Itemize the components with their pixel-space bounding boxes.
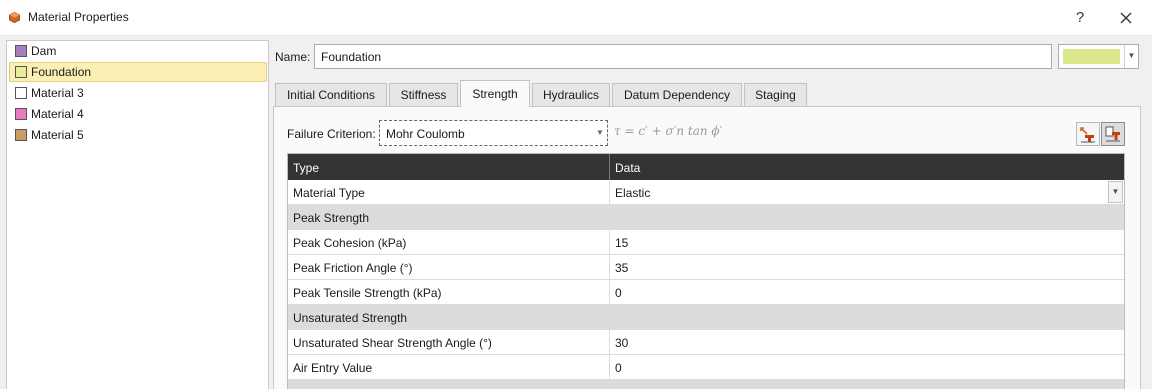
material-color-swatch <box>15 87 27 99</box>
section-header-row: Peak Strength <box>288 205 1124 230</box>
properties-grid: Type Data Material Type Elastic ▼ Peak S… <box>287 153 1125 389</box>
tab-staging[interactable]: Staging <box>744 83 807 106</box>
material-item-material-3[interactable]: Material 3 <box>9 83 267 103</box>
row-type-label: Air Entry Value <box>293 361 373 375</box>
row-type-label: Peak Cohesion (kPa) <box>293 236 407 250</box>
unsaturated-shear-angle-value[interactable]: 30 <box>615 336 628 350</box>
material-color-swatch <box>15 129 27 141</box>
material-color-swatch <box>15 108 27 120</box>
table-row[interactable]: Peak Tensile Strength (kPa) 0 <box>288 280 1124 305</box>
section-label: Peak Strength <box>293 211 370 225</box>
material-list: Dam Foundation Material 3 Material 4 Mat… <box>6 40 269 389</box>
app-icon <box>9 12 20 23</box>
section-header-row <box>288 380 1124 389</box>
name-label: Name: <box>275 50 311 64</box>
window-title: Material Properties <box>28 10 129 24</box>
table-row[interactable]: Peak Cohesion (kPa) 15 <box>288 230 1124 255</box>
material-label: Foundation <box>31 65 92 79</box>
air-entry-value[interactable]: 0 <box>615 361 622 375</box>
failure-criterion-select[interactable]: Mohr Coulomb ▼ <box>379 120 608 146</box>
row-type-label: Peak Tensile Strength (kPa) <box>293 286 442 300</box>
material-type-value[interactable]: Elastic <box>615 186 650 200</box>
material-color-swatch <box>15 45 27 57</box>
peak-tensile-strength-value[interactable]: 0 <box>615 286 622 300</box>
close-icon[interactable] <box>1114 6 1138 30</box>
row-type-label: Unsaturated Shear Strength Angle (°) <box>293 336 492 350</box>
table-row[interactable]: Unsaturated Shear Strength Angle (°) 30 <box>288 330 1124 355</box>
failure-criterion-label: Failure Criterion: <box>287 127 376 141</box>
failure-criterion-formula: τ = c′ + σ′n tan ϕ′ <box>614 124 723 138</box>
chevron-down-icon[interactable]: ▼ <box>1108 181 1123 203</box>
peak-friction-angle-value[interactable]: 35 <box>615 261 628 275</box>
tab-stiffness[interactable]: Stiffness <box>389 83 458 106</box>
table-row[interactable]: Material Type Elastic ▼ <box>288 180 1124 205</box>
import-tool-button[interactable] <box>1076 122 1100 146</box>
peak-cohesion-value[interactable]: 15 <box>615 236 628 250</box>
tab-initial-conditions[interactable]: Initial Conditions <box>275 83 387 106</box>
import-icon <box>1080 127 1095 143</box>
table-row[interactable]: Peak Friction Angle (°) 35 <box>288 255 1124 280</box>
material-label: Material 4 <box>31 107 84 121</box>
column-header-data: Data <box>615 161 641 175</box>
chevron-down-icon[interactable]: ▼ <box>593 121 607 145</box>
copy-icon <box>1105 126 1120 142</box>
material-label: Material 5 <box>31 128 84 142</box>
material-item-material-4[interactable]: Material 4 <box>9 104 267 124</box>
grid-header: Type Data <box>288 154 1124 180</box>
section-label: Unsaturated Strength <box>293 311 408 325</box>
title-bar: Material Properties ? <box>0 0 1152 36</box>
chevron-down-icon[interactable]: ▼ <box>1124 45 1138 68</box>
material-item-material-5[interactable]: Material 5 <box>9 125 267 145</box>
failure-criterion-value: Mohr Coulomb <box>386 127 465 141</box>
help-button[interactable]: ? <box>1068 6 1092 30</box>
tab-strength[interactable]: Strength <box>460 80 530 107</box>
material-color-swatch <box>15 66 27 78</box>
table-row[interactable]: Air Entry Value 0 <box>288 355 1124 380</box>
section-header-row: Unsaturated Strength <box>288 305 1124 330</box>
row-type-label: Material Type <box>293 186 365 200</box>
name-input[interactable] <box>314 44 1052 69</box>
copy-tool-button[interactable] <box>1101 122 1125 146</box>
material-color-fill <box>1063 49 1120 64</box>
material-label: Dam <box>31 44 57 58</box>
tab-datum-dependency[interactable]: Datum Dependency <box>612 83 742 106</box>
column-header-type: Type <box>293 161 320 175</box>
material-item-dam[interactable]: Dam <box>9 41 267 61</box>
material-item-foundation[interactable]: Foundation <box>9 62 267 82</box>
material-label: Material 3 <box>31 86 84 100</box>
row-type-label: Peak Friction Angle (°) <box>293 261 413 275</box>
tab-hydraulics[interactable]: Hydraulics <box>532 83 610 106</box>
material-color-picker[interactable]: ▼ <box>1058 44 1139 69</box>
